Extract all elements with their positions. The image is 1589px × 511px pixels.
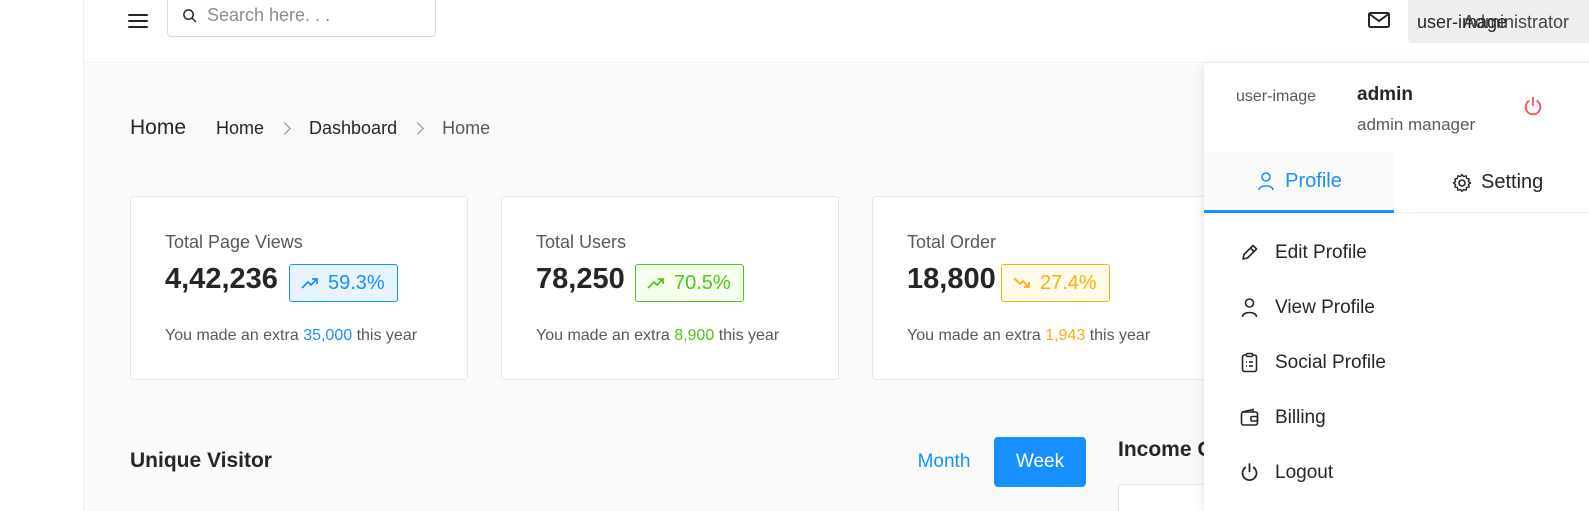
stat-label: Total Order — [907, 232, 997, 252]
power-icon[interactable] — [1522, 95, 1544, 117]
mail-icon[interactable] — [1367, 9, 1391, 31]
stat-badge: 59.3% — [289, 264, 398, 302]
search-input[interactable] — [207, 5, 427, 26]
top-header: user-image Administrator — [84, 0, 1589, 63]
trend-up-icon — [301, 278, 318, 289]
stat-value: 18,800 — [907, 263, 996, 295]
menu-item-label: View Profile — [1275, 296, 1375, 318]
stat-card-orders: Total Order 18,800 27.4% You made an ext… — [872, 196, 1210, 380]
foot-suffix: this year — [356, 327, 418, 344]
trend-down-icon — [1013, 277, 1030, 288]
stat-card-page-views: Total Page Views 4,42,236 59.3% You made… — [130, 196, 468, 380]
dropdown-avatar: user-image — [1236, 88, 1317, 105]
user-menu-button[interactable]: user-image Administrator — [1408, 0, 1589, 43]
tab-setting[interactable]: Setting — [1452, 152, 1543, 213]
unique-visitor-title: Unique Visitor — [130, 449, 272, 472]
dropdown-tabs: Profile Setting — [1204, 152, 1589, 213]
power-icon — [1241, 463, 1258, 481]
stat-card-users: Total Users 78,250 70.5% You made an ext… — [501, 196, 839, 380]
tab-profile[interactable]: Profile — [1204, 152, 1394, 213]
stat-footnote: You made an extra 1,943 this year — [907, 327, 1150, 345]
search-box[interactable] — [167, 0, 436, 37]
breadcrumb-chevron-icon — [278, 122, 291, 135]
dropdown-user-name: admin — [1357, 84, 1413, 105]
stat-footnote: You made an extra 35,000 this year — [165, 327, 417, 345]
menu-item-label: Billing — [1275, 406, 1326, 428]
foot-suffix: this year — [1089, 327, 1151, 344]
wallet-icon — [1240, 408, 1259, 426]
dropdown-user-role: admin manager — [1357, 115, 1476, 134]
foot-prefix: You made an extra — [165, 327, 299, 344]
search-icon — [183, 9, 197, 23]
menu-item-label: Edit Profile — [1275, 241, 1367, 263]
edit-icon — [1242, 244, 1258, 260]
page-title: Home — [130, 116, 187, 139]
menu-toggle-icon[interactable] — [128, 10, 150, 32]
profile-menu: Edit Profile View Profile Social Profile… — [1204, 225, 1589, 500]
foot-prefix: You made an extra — [536, 327, 670, 344]
trend-up-icon — [647, 278, 664, 289]
clipboard-icon — [1241, 352, 1258, 373]
menu-item-label: Logout — [1275, 461, 1334, 483]
week-toggle-button[interactable]: Week — [994, 437, 1086, 487]
menu-item-view-profile[interactable]: View Profile — [1204, 280, 1589, 335]
foot-value: 8,900 — [674, 327, 715, 344]
stat-percent: 59.3% — [328, 271, 385, 294]
foot-prefix: You made an extra — [907, 327, 1041, 344]
menu-item-billing[interactable]: Billing — [1204, 390, 1589, 445]
menu-item-label: Social Profile — [1275, 351, 1386, 373]
sidebar — [0, 0, 84, 511]
breadcrumb-dashboard[interactable]: Dashboard — [309, 118, 397, 139]
menu-item-social-profile[interactable]: Social Profile — [1204, 335, 1589, 390]
foot-suffix: this year — [718, 327, 780, 344]
profile-dropdown: user-image admin admin manager Profile S… — [1204, 63, 1589, 511]
breadcrumb: Home Dashboard Home — [216, 118, 490, 139]
stat-percent: 70.5% — [674, 271, 731, 294]
foot-value: 35,000 — [303, 327, 353, 344]
stat-badge: 70.5% — [635, 264, 744, 302]
tab-setting-label: Setting — [1481, 171, 1544, 193]
month-toggle-button[interactable]: Month — [902, 437, 986, 487]
stat-footnote: You made an extra 8,900 this year — [536, 327, 779, 345]
foot-value: 1,943 — [1045, 327, 1086, 344]
user-icon — [1241, 298, 1258, 318]
menu-item-edit-profile[interactable]: Edit Profile — [1204, 225, 1589, 280]
stat-value: 78,250 — [536, 263, 625, 295]
stat-badge: 27.4% — [1001, 264, 1110, 302]
stat-percent: 27.4% — [1040, 271, 1097, 294]
stat-value: 4,42,236 — [165, 263, 278, 295]
stat-label: Total Users — [536, 232, 627, 252]
user-icon — [1258, 172, 1274, 191]
gear-icon — [1452, 173, 1472, 192]
menu-item-logout[interactable]: Logout — [1204, 445, 1589, 500]
tab-profile-label: Profile — [1285, 169, 1342, 192]
breadcrumb-home[interactable]: Home — [216, 118, 264, 139]
breadcrumb-current: Home — [442, 118, 491, 138]
breadcrumb-chevron-icon — [411, 122, 424, 135]
user-name: Administrator — [1463, 12, 1570, 32]
stat-label: Total Page Views — [165, 232, 303, 252]
